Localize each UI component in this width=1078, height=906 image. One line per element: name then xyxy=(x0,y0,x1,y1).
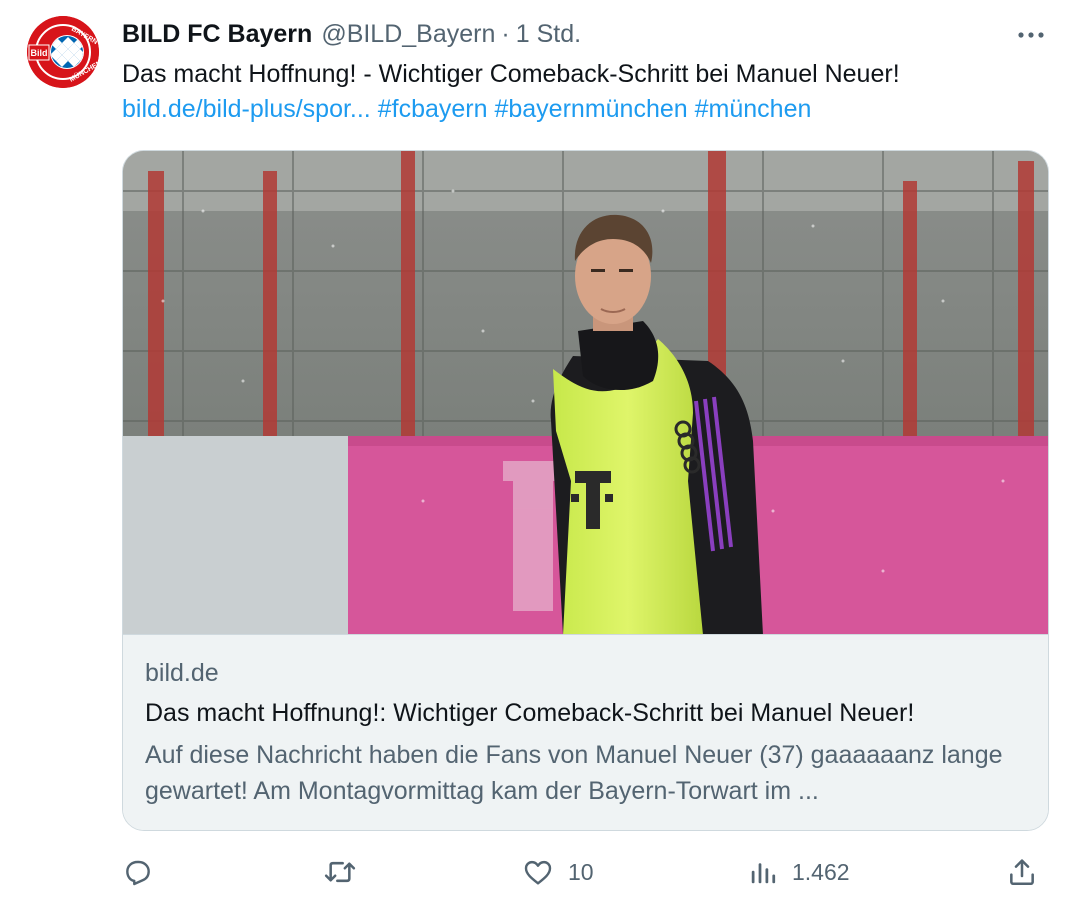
retweet-button[interactable] xyxy=(322,846,372,898)
reply-button[interactable] xyxy=(122,846,168,898)
hashtag-bayernmuenchen[interactable]: #bayernmünchen xyxy=(494,95,687,123)
header-separator: · xyxy=(501,19,510,48)
author-avatar[interactable]: Bild BAYERN MÜNCHEN xyxy=(27,16,99,88)
tweet-links: bild.de/bild-plus/spor... #fcbayern #bay… xyxy=(122,93,811,125)
more-horizontal-icon xyxy=(1018,32,1044,38)
share-icon xyxy=(1010,859,1034,885)
goalkeeper-training-photo xyxy=(123,151,1048,634)
reply-icon xyxy=(126,860,150,886)
card-description: Auf diese Nachricht haben die Fans von M… xyxy=(145,741,1003,805)
author-handle[interactable]: @BILD_Bayern xyxy=(321,20,495,49)
heart-icon xyxy=(524,860,552,885)
card-image xyxy=(123,151,1048,635)
svg-text:Bild: Bild xyxy=(31,48,48,58)
tweet-text: Das macht Hoffnung! - Wichtiger Comeback… xyxy=(122,60,900,88)
like-button[interactable]: 10 xyxy=(522,846,594,898)
link-preview-card[interactable]: bild.de Das macht Hoffnung!: Wichtiger C… xyxy=(122,150,1049,831)
like-count: 10 xyxy=(568,858,594,885)
card-body: bild.de Das macht Hoffnung!: Wichtiger C… xyxy=(123,635,1048,830)
views-chart-icon xyxy=(751,863,776,884)
hashtag-muenchen[interactable]: #münchen xyxy=(695,95,812,123)
more-options-button[interactable] xyxy=(1014,22,1048,48)
bayern-bild-logo-icon: Bild BAYERN MÜNCHEN xyxy=(27,16,99,88)
card-title: Das macht Hoffnung!: Wichtiger Comeback-… xyxy=(145,699,915,727)
hashtag-fcbayern[interactable]: #fcbayern xyxy=(378,95,488,123)
author-display-name[interactable]: BILD FC Bayern xyxy=(122,20,312,49)
tweet-link[interactable]: bild.de/bild-plus/spor... xyxy=(122,95,371,123)
views-count: 1.462 xyxy=(792,858,850,885)
share-button[interactable] xyxy=(1006,846,1038,898)
views-button[interactable]: 1.462 xyxy=(748,846,850,898)
tweet-action-bar: 10 1.462 xyxy=(0,846,1078,898)
tweet-timestamp[interactable]: 1 Std. xyxy=(516,20,581,49)
retweet-icon xyxy=(324,861,356,883)
card-domain: bild.de xyxy=(145,659,219,687)
tweet-header: BILD FC Bayern @BILD_Bayern · 1 Std. xyxy=(122,18,581,50)
